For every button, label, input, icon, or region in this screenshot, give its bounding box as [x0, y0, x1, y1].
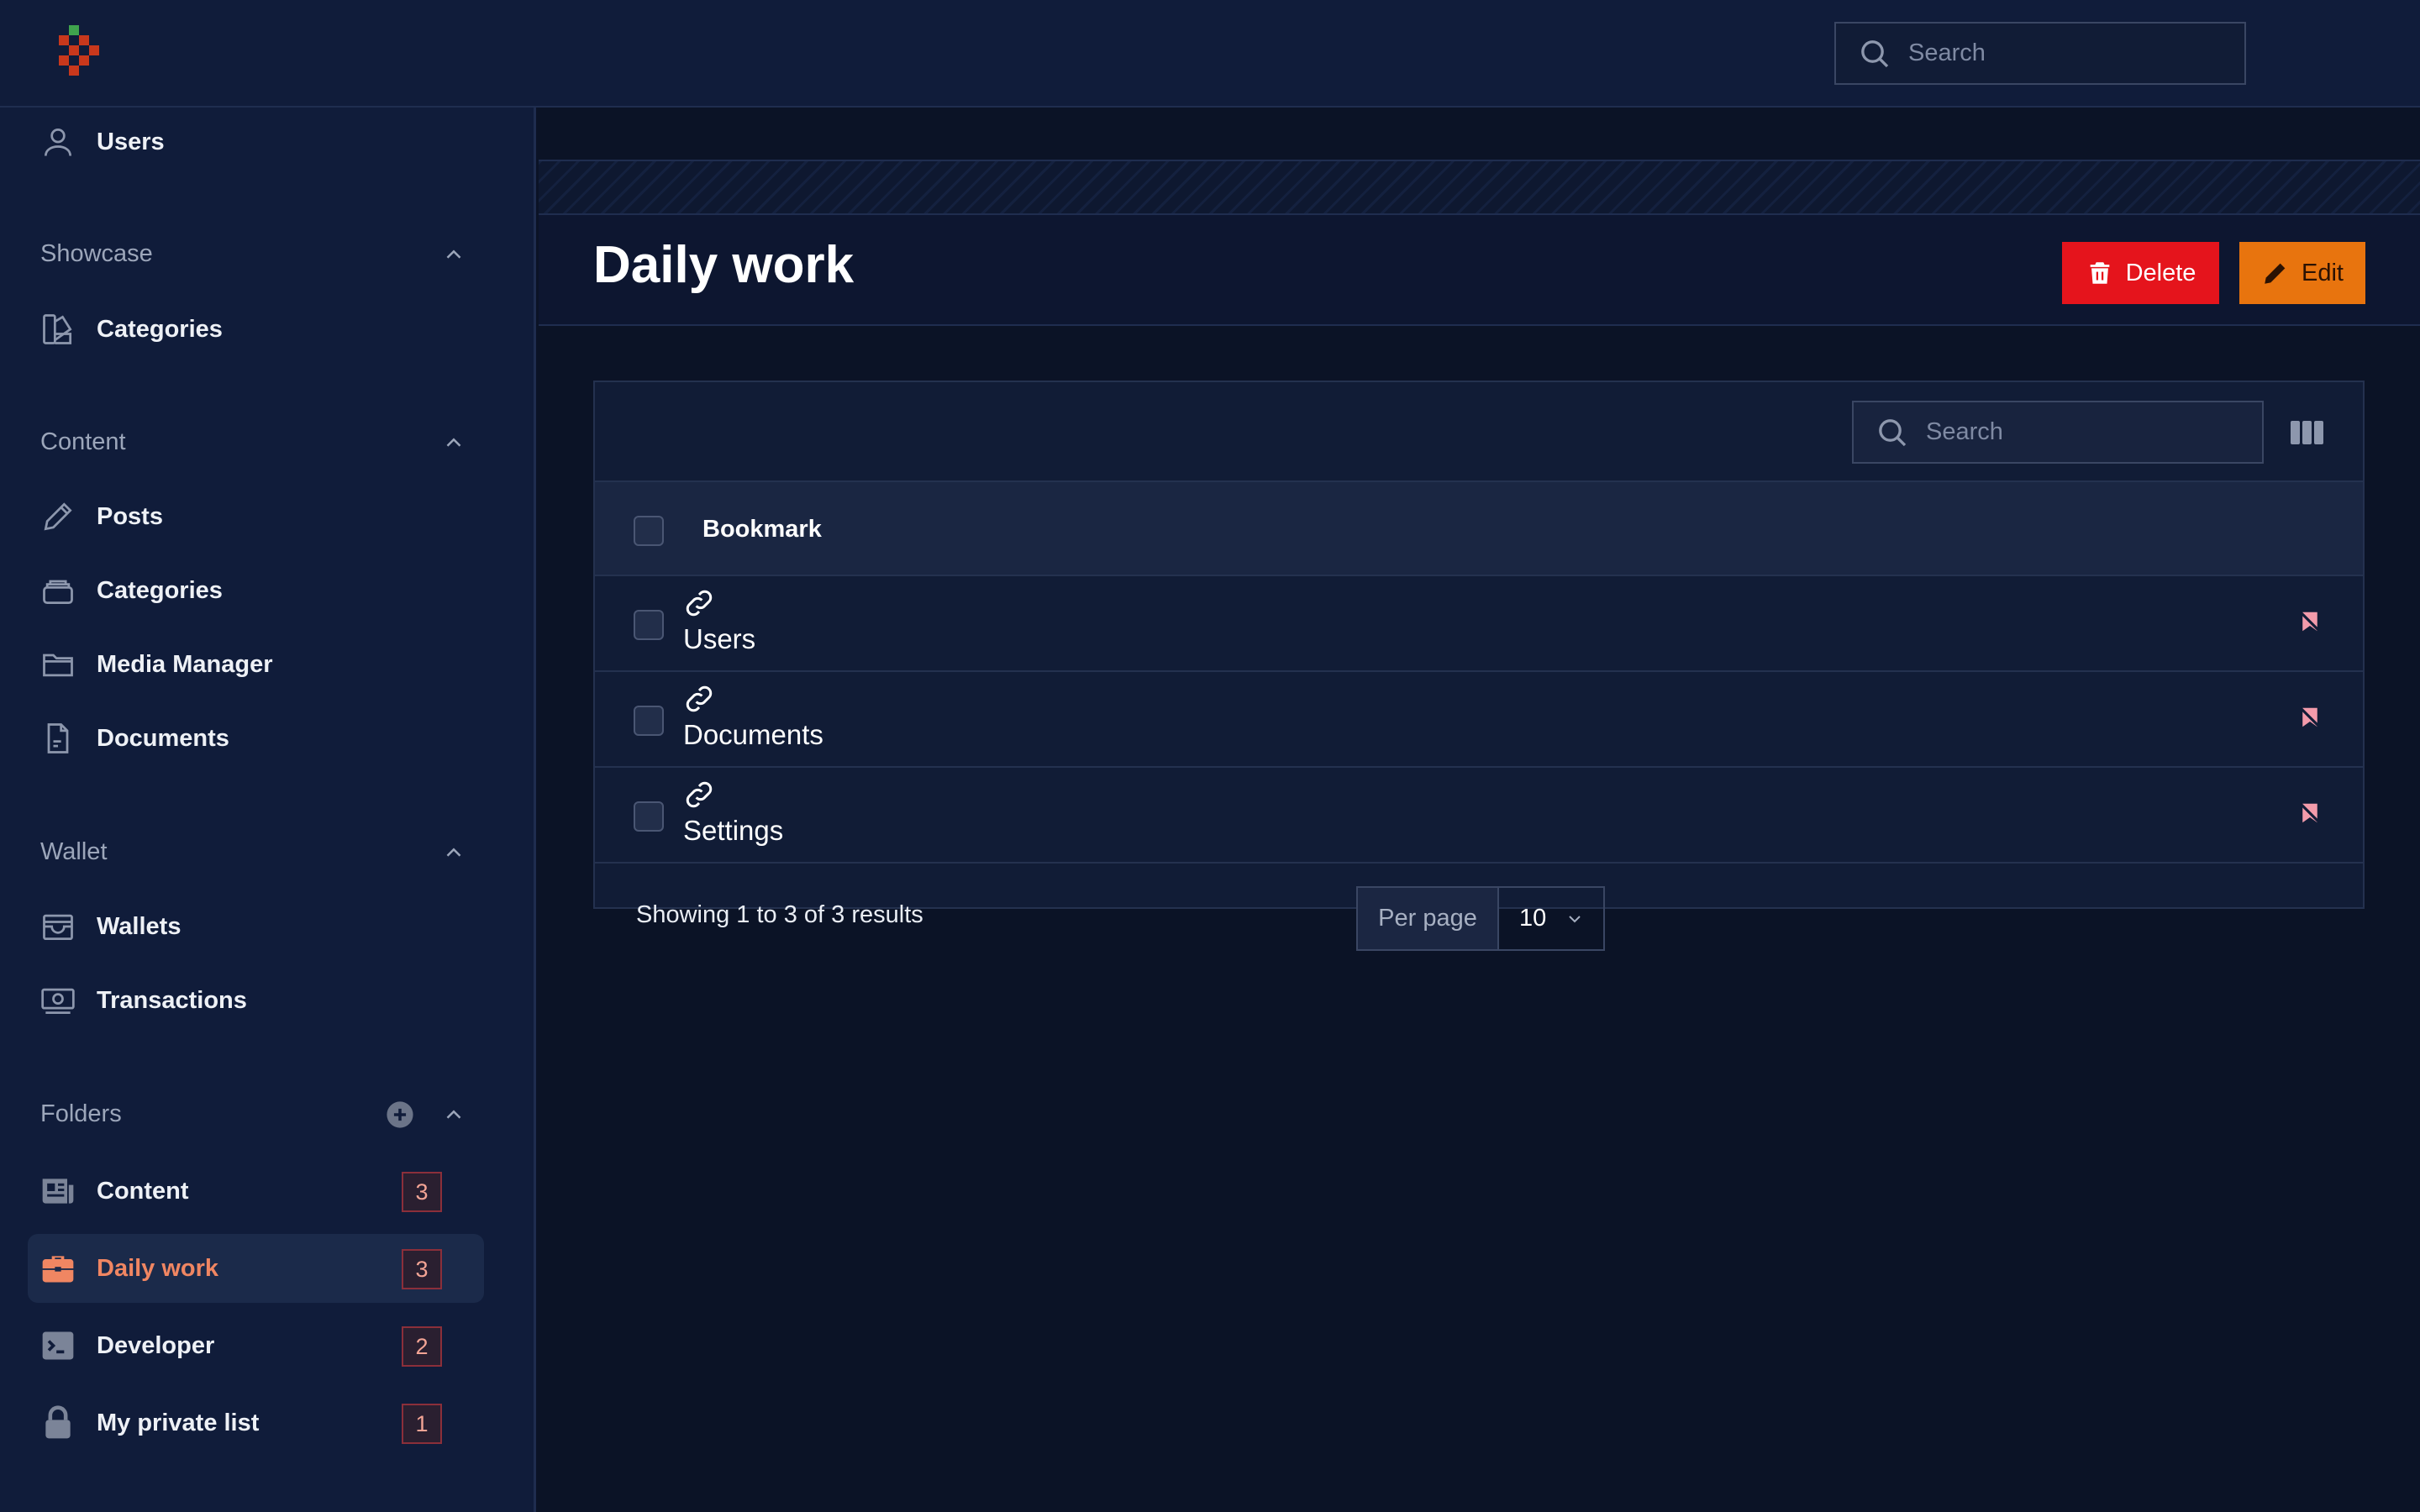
row-checkbox[interactable] [634, 610, 664, 640]
table-row[interactable]: Documents [595, 672, 2363, 768]
document-icon [39, 720, 76, 757]
sidebar-item-users[interactable]: Users [28, 108, 484, 176]
row-checkbox[interactable] [634, 801, 664, 832]
main-content: Daily work Delete Edit Bookmark Users Do… [539, 108, 2420, 1512]
briefcase-icon [39, 1250, 76, 1287]
bookmark-label[interactable]: Documents [683, 719, 823, 751]
terminal-icon [39, 1327, 76, 1364]
sidebar-item-label: Categories [97, 315, 223, 343]
bookmark-label[interactable]: Settings [683, 815, 783, 847]
user-icon [39, 123, 76, 160]
add-folder-icon[interactable] [386, 1100, 414, 1129]
top-strip [539, 108, 2420, 161]
chevron-down-icon [1569, 915, 1581, 922]
delete-button[interactable]: Delete [2062, 242, 2219, 304]
sidebar-item-label: Media Manager [97, 650, 273, 678]
group-title-content: Content [40, 428, 126, 455]
per-page-value: 10 [1519, 905, 1547, 932]
banknote-icon [39, 982, 76, 1019]
sidebar-item-media-manager[interactable]: Media Manager [28, 630, 484, 699]
sidebar-item-label: My private list [97, 1409, 260, 1436]
table-search[interactable] [1852, 401, 2264, 464]
chevron-up-icon[interactable] [441, 1102, 466, 1127]
pixel-logo-icon[interactable] [55, 25, 106, 84]
delete-button-label: Delete [2125, 259, 2196, 286]
pencil-icon [39, 498, 76, 535]
stack-icon [39, 572, 76, 609]
sidebar-item-label: Developer [97, 1331, 215, 1359]
edit-button-label: Edit [2302, 259, 2344, 286]
link-icon [686, 590, 713, 617]
folder-count-badge: 3 [402, 1172, 442, 1212]
decorative-stripe [539, 161, 2420, 215]
pencil-icon [2265, 263, 2286, 284]
sidebar-item-label: Content [97, 1177, 189, 1205]
sidebar-item-label: Transactions [97, 986, 247, 1014]
page-title: Daily work [593, 236, 855, 294]
sidebar-item-label: Daily work [97, 1254, 219, 1282]
remove-bookmark-icon[interactable] [2297, 704, 2323, 731]
per-page-label: Per page [1358, 888, 1499, 949]
sidebar-item-wallets[interactable]: Wallets [28, 892, 484, 961]
table-search-input[interactable] [1926, 418, 2228, 446]
remove-bookmark-icon[interactable] [2297, 608, 2323, 635]
group-title-folders: Folders [40, 1100, 122, 1127]
chevron-up-icon[interactable] [441, 840, 466, 865]
wallet-icon [39, 908, 76, 945]
global-search-input[interactable] [1908, 39, 2211, 67]
folder-icon [39, 646, 76, 683]
remove-bookmark-icon[interactable] [2297, 800, 2323, 827]
bookmark-label[interactable]: Users [683, 623, 755, 655]
sidebar-item-showcase-categories[interactable]: Categories [28, 295, 484, 364]
sidebar-item-label: Posts [97, 502, 163, 530]
sidebar-item-label: Users [97, 128, 165, 155]
chevron-up-icon[interactable] [441, 242, 466, 267]
column-header-bookmark[interactable]: Bookmark [702, 516, 822, 543]
folder-count-badge: 3 [402, 1249, 442, 1289]
sidebar-item-documents[interactable]: Documents [28, 704, 484, 773]
sidebar-item-label: Wallets [97, 912, 182, 940]
results-summary: Showing 1 to 3 of 3 results [636, 901, 923, 928]
sidebar: Users Showcase Categories Content Posts … [0, 108, 536, 1512]
edit-button[interactable]: Edit [2239, 242, 2365, 304]
table-row[interactable]: Users [595, 576, 2363, 672]
trash-icon [2090, 262, 2109, 284]
sidebar-item-transactions[interactable]: Transactions [28, 966, 484, 1035]
chevron-up-icon[interactable] [441, 430, 466, 455]
sidebar-item-label: Documents [97, 724, 229, 752]
columns-toggle-icon[interactable] [2291, 419, 2324, 446]
link-icon [686, 781, 713, 808]
bookmarks-table: Bookmark Users Documents Settings Showin… [593, 381, 2365, 951]
per-page-control: Per page 10 [1356, 886, 1605, 951]
search-icon [1861, 39, 1889, 67]
group-title-showcase: Showcase [40, 240, 153, 267]
sidebar-item-posts[interactable]: Posts [28, 482, 484, 551]
folder-count-badge: 1 [402, 1404, 442, 1444]
top-bar [0, 0, 2420, 108]
search-icon [1879, 418, 1907, 446]
global-search[interactable] [1834, 22, 2246, 85]
table-header: Bookmark [595, 480, 2363, 576]
link-icon [686, 685, 713, 712]
folder-count-badge: 2 [402, 1326, 442, 1367]
lock-icon [39, 1404, 76, 1441]
select-all-checkbox[interactable] [634, 516, 664, 546]
per-page-select[interactable]: 10 [1499, 888, 1603, 949]
newspaper-icon [39, 1173, 76, 1210]
row-checkbox[interactable] [634, 706, 664, 736]
group-title-wallet: Wallet [40, 838, 108, 865]
sidebar-item-label: Categories [97, 576, 223, 604]
sidebar-item-content-categories[interactable]: Categories [28, 556, 484, 625]
table-row[interactable]: Settings [595, 768, 2363, 864]
swatch-icon [39, 311, 76, 348]
